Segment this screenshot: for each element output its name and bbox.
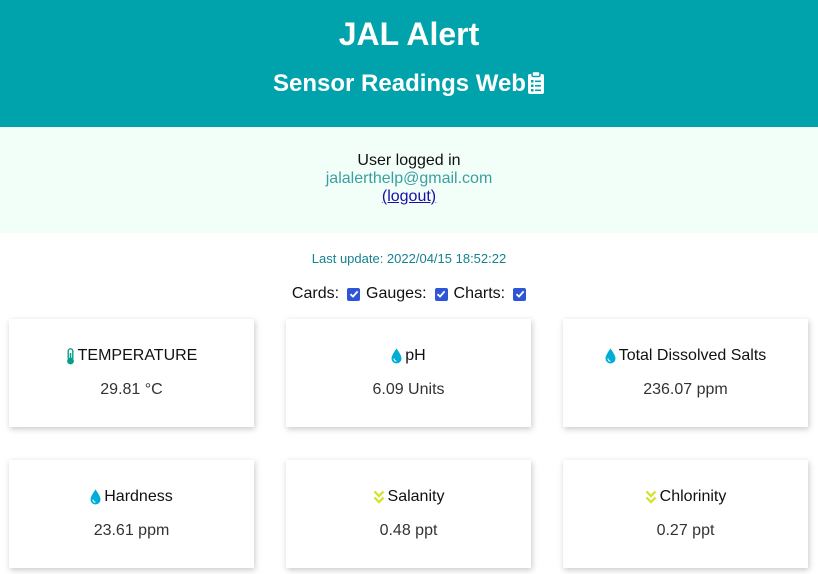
checkmark-icon bbox=[436, 290, 446, 298]
logout-link[interactable]: (logout) bbox=[382, 188, 436, 205]
clipboard-list-icon bbox=[527, 71, 544, 94]
toggle-charts-label: Charts: bbox=[453, 285, 506, 302]
toggle-charts: Charts: bbox=[454, 285, 527, 303]
toggle-cards: Cards: bbox=[291, 285, 361, 303]
gauges-checkbox[interactable] bbox=[434, 287, 448, 301]
card-title-text: pH bbox=[405, 347, 426, 364]
card-chlorinity: Chlorinity 0.27 ppt bbox=[563, 460, 808, 568]
chevron-double-down-icon bbox=[373, 490, 384, 504]
user-panel: User logged in jalalerthelp@gmail.com (l… bbox=[0, 127, 818, 233]
card-temperature: TEMPERATURE 29.81 °C bbox=[9, 319, 254, 427]
user-status-label: User logged in bbox=[357, 152, 461, 169]
thermometer-icon bbox=[66, 347, 74, 364]
card-value: 236.07 ppm bbox=[643, 381, 728, 398]
card-value: 0.27 ppt bbox=[656, 522, 715, 539]
card-title: Hardness bbox=[9, 487, 254, 507]
card-value: 0.48 ppt bbox=[379, 522, 438, 539]
card-title-text: TEMPERATURE bbox=[77, 347, 198, 364]
app-title: JAL Alert bbox=[338, 16, 480, 52]
checkmark-icon bbox=[515, 290, 524, 298]
card-salanity: Salanity 0.48 ppt bbox=[286, 460, 531, 568]
card-title-text: Chlorinity bbox=[659, 488, 727, 505]
card-value: 29.81 °C bbox=[100, 381, 163, 398]
cards-checkbox[interactable] bbox=[347, 287, 361, 301]
card-total-dissolved-salts: Total Dissolved Salts 236.07 ppm bbox=[563, 319, 808, 427]
card-value: 6.09 Units bbox=[372, 381, 445, 398]
card-title: TEMPERATURE bbox=[9, 346, 254, 366]
droplet-icon bbox=[90, 489, 101, 505]
card-title: pH bbox=[286, 346, 531, 366]
header-bar: JAL Alert Sensor Readings Web bbox=[0, 0, 818, 127]
card-hardness: Hardness 23.61 ppm bbox=[9, 460, 254, 568]
toggle-gauges-label: Gauges: bbox=[366, 285, 427, 302]
card-title-text: Total Dissolved Salts bbox=[618, 347, 767, 364]
charts-checkbox[interactable] bbox=[513, 287, 527, 301]
last-update-text: Last update: 2022/04/15 18:52:22 bbox=[311, 251, 507, 266]
toggle-cards-label: Cards: bbox=[291, 285, 340, 302]
droplet-icon bbox=[605, 348, 616, 364]
subtitle-text: Sensor Readings Web bbox=[273, 70, 526, 97]
card-title: Salanity bbox=[286, 487, 531, 507]
card-title: Total Dissolved Salts bbox=[563, 346, 808, 366]
user-email: jalalerthelp@gmail.com bbox=[325, 170, 493, 187]
page-subtitle: Sensor Readings Web bbox=[0, 53, 818, 99]
droplet-icon bbox=[391, 348, 402, 364]
card-ph: pH 6.09 Units bbox=[286, 319, 531, 427]
chevron-double-down-icon bbox=[645, 490, 657, 504]
view-toggles: Cards: Gauges: Charts: bbox=[0, 284, 818, 304]
card-value: 23.61 ppm bbox=[93, 522, 170, 539]
card-title-text: Salanity bbox=[387, 488, 445, 505]
toggle-gauges: Gauges: bbox=[366, 285, 448, 303]
checkmark-icon bbox=[349, 290, 358, 298]
card-title: Chlorinity bbox=[563, 487, 808, 507]
card-title-text: Hardness bbox=[104, 488, 173, 505]
